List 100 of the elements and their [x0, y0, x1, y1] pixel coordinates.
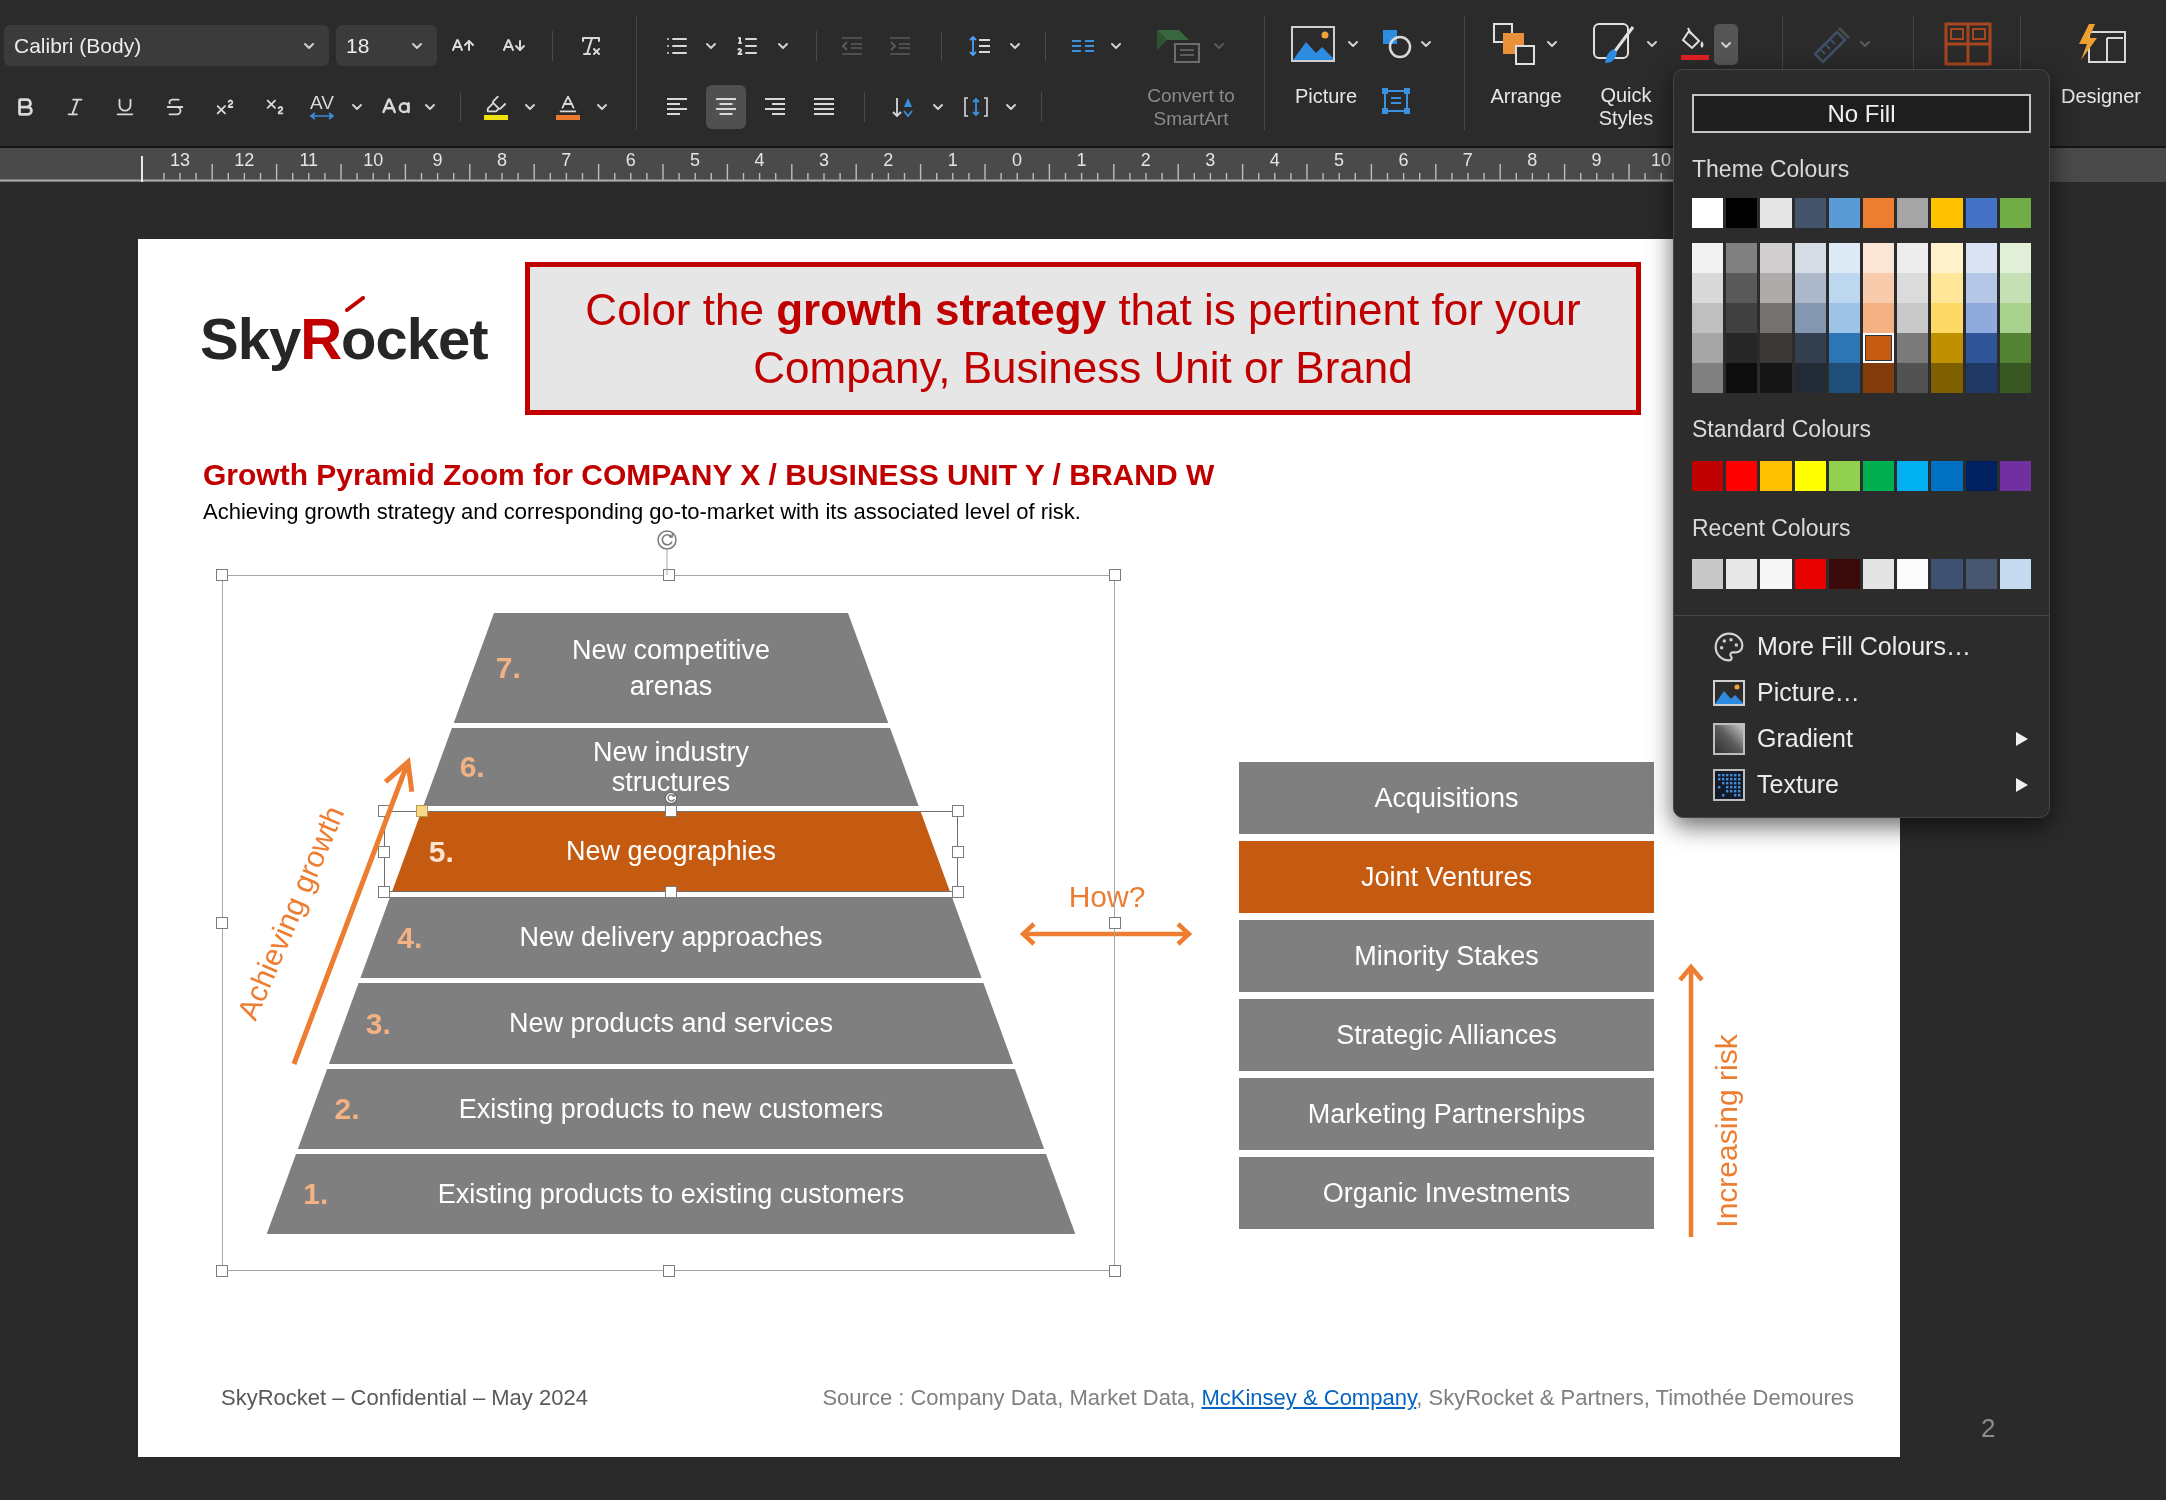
colour-swatch[interactable] — [1863, 333, 1895, 363]
colour-swatch[interactable] — [1965, 559, 1997, 589]
colour-swatch[interactable] — [1726, 461, 1758, 491]
colour-swatch[interactable] — [1828, 559, 1860, 589]
colour-swatch[interactable] — [1760, 273, 1792, 303]
colour-swatch[interactable] — [1931, 273, 1963, 303]
colour-swatch[interactable] — [1931, 363, 1963, 393]
shapes-icon[interactable] — [1382, 29, 1412, 59]
colour-swatch[interactable] — [1965, 273, 1997, 303]
colour-swatch[interactable] — [1931, 559, 1963, 589]
colour-swatch[interactable] — [1692, 363, 1724, 393]
colour-swatch[interactable] — [1999, 243, 2031, 273]
picture-menu-item[interactable]: Picture… — [1674, 670, 2049, 716]
font-name-dropdown[interactable]: Calibri (Body) — [4, 25, 329, 66]
colour-swatch[interactable] — [1726, 333, 1758, 363]
colour-swatch[interactable] — [1965, 363, 1997, 393]
colour-swatch[interactable] — [1965, 198, 1997, 228]
colour-swatch[interactable] — [1828, 303, 1860, 333]
align-center-icon[interactable] — [714, 95, 738, 118]
paint-bucket-icon[interactable] — [1680, 26, 1710, 62]
colour-swatch[interactable] — [1692, 243, 1724, 273]
colour-swatch[interactable] — [1931, 243, 1963, 273]
colour-swatch[interactable] — [1828, 198, 1860, 228]
picture-button[interactable]: Picture — [1278, 22, 1374, 108]
colour-swatch[interactable] — [1897, 363, 1929, 393]
colour-swatch[interactable] — [1760, 333, 1792, 363]
colour-swatch[interactable] — [1897, 333, 1929, 363]
colour-swatch[interactable] — [1760, 363, 1792, 393]
colour-swatch[interactable] — [1999, 559, 2031, 589]
source-link[interactable]: McKinsey & Company — [1201, 1385, 1417, 1410]
highlighter-icon[interactable] — [484, 93, 508, 120]
arrange-button[interactable]: Arrange — [1476, 22, 1576, 108]
colour-swatch[interactable] — [1794, 461, 1826, 491]
colour-swatch[interactable] — [1828, 273, 1860, 303]
colour-swatch[interactable] — [1692, 559, 1724, 589]
font-size-dropdown[interactable]: 18 — [336, 25, 437, 66]
colour-swatch[interactable] — [1726, 273, 1758, 303]
colour-swatch[interactable] — [1897, 303, 1929, 333]
colour-swatch[interactable] — [1863, 198, 1895, 228]
quick-styles-button[interactable]: Quick Styles — [1578, 22, 1674, 130]
colour-swatch[interactable] — [1863, 559, 1895, 589]
colour-swatch[interactable] — [1794, 303, 1826, 333]
colour-swatch[interactable] — [1931, 303, 1963, 333]
align-right-icon[interactable] — [763, 95, 787, 118]
more-colours-menu-item[interactable]: More Fill Colours… — [1674, 624, 2049, 670]
fill-dropdown-button[interactable] — [1714, 24, 1738, 65]
colour-swatch[interactable] — [1965, 333, 1997, 363]
colour-swatch[interactable] — [1692, 461, 1724, 491]
colour-swatch[interactable] — [1692, 273, 1724, 303]
colour-swatch[interactable] — [1692, 333, 1724, 363]
rotate-handle-icon[interactable] — [656, 529, 678, 575]
colour-swatch[interactable] — [1760, 559, 1792, 589]
colour-swatch[interactable] — [1999, 363, 2031, 393]
alignment-button[interactable] — [706, 84, 746, 129]
colour-swatch[interactable] — [1965, 461, 1997, 491]
colour-swatch[interactable] — [1999, 303, 2031, 333]
colour-swatch[interactable] — [1863, 273, 1895, 303]
colour-swatch[interactable] — [1692, 198, 1724, 228]
gradient-menu-item[interactable]: Gradient — [1674, 716, 2049, 762]
colour-swatch[interactable] — [1726, 243, 1758, 273]
line-spacing-icon[interactable] — [968, 33, 992, 58]
no-fill-button[interactable]: No Fill — [1692, 94, 2031, 133]
align-left-icon[interactable] — [665, 95, 689, 118]
colour-swatch[interactable] — [1794, 333, 1826, 363]
colour-swatch[interactable] — [1760, 198, 1792, 228]
justify-icon[interactable] — [812, 95, 836, 118]
character-spacing-button[interactable]: AV — [309, 93, 335, 120]
window-grid-icon[interactable] — [1944, 22, 1992, 66]
colour-swatch[interactable] — [1931, 461, 1963, 491]
colour-swatch[interactable] — [1794, 243, 1826, 273]
colour-swatch[interactable] — [1999, 461, 2031, 491]
colour-swatch[interactable] — [1863, 363, 1895, 393]
colour-swatch[interactable] — [1794, 273, 1826, 303]
colour-swatch[interactable] — [1931, 333, 1963, 363]
colour-swatch[interactable] — [1760, 243, 1792, 273]
colour-swatch[interactable] — [1726, 363, 1758, 393]
designer-button[interactable]: Designer — [2056, 22, 2146, 108]
text-box-icon[interactable] — [1382, 88, 1410, 114]
colour-swatch[interactable] — [1999, 333, 2031, 363]
colour-swatch[interactable] — [1794, 559, 1826, 589]
colour-swatch[interactable] — [1828, 363, 1860, 393]
colour-swatch[interactable] — [1794, 198, 1826, 228]
columns-icon[interactable] — [1071, 38, 1095, 53]
colour-swatch[interactable] — [1863, 243, 1895, 273]
colour-swatch[interactable] — [1897, 243, 1929, 273]
colour-swatch[interactable] — [1828, 333, 1860, 363]
colour-swatch[interactable] — [1794, 363, 1826, 393]
colour-swatch[interactable] — [1897, 559, 1929, 589]
colour-swatch[interactable] — [1931, 198, 1963, 228]
colour-swatch[interactable] — [1965, 303, 1997, 333]
colour-swatch[interactable] — [1726, 559, 1758, 589]
font-colour-icon[interactable] — [556, 93, 580, 120]
colour-swatch[interactable] — [1897, 461, 1929, 491]
colour-swatch[interactable] — [1897, 198, 1929, 228]
colour-swatch[interactable] — [1999, 273, 2031, 303]
colour-swatch[interactable] — [1726, 198, 1758, 228]
colour-swatch[interactable] — [1828, 243, 1860, 273]
colour-swatch[interactable] — [1863, 303, 1895, 333]
colour-swatch[interactable] — [1760, 303, 1792, 333]
colour-swatch[interactable] — [1897, 273, 1929, 303]
